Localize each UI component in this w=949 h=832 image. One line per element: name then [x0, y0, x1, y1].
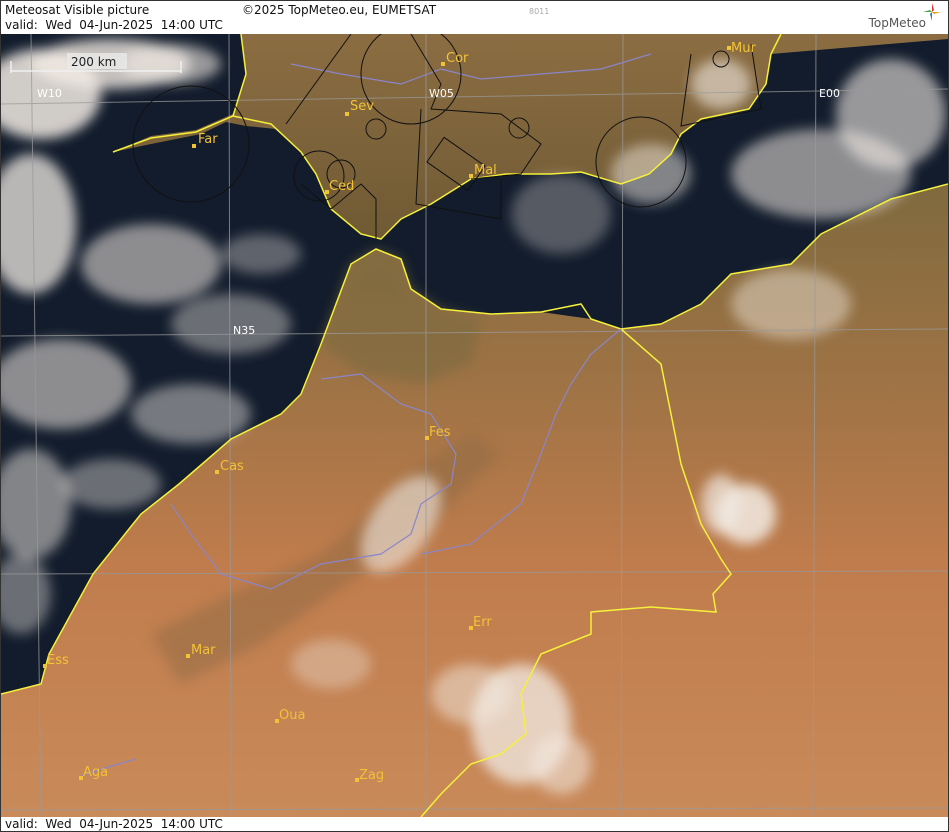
logo-text: TopMeteo [868, 16, 926, 30]
image-code: 8011 [529, 7, 550, 16]
city-marker-sev [345, 112, 349, 116]
grid-label-n35: N35 [233, 324, 255, 337]
copyright: ©2025 TopMeteo.eu, EUMETSAT [242, 3, 437, 17]
grid-label-e00: E00 [819, 87, 840, 100]
city-label-aga: Aga [83, 765, 108, 780]
city-label-cor: Cor [446, 51, 469, 66]
city-marker-cor [441, 62, 445, 66]
city-label-mur: Mur [731, 41, 756, 56]
city-marker-cas [215, 470, 219, 474]
valid-time-bottom: valid: Wed 04-Jun-2025 14:00 UTC [5, 817, 223, 831]
header: Meteosat Visible picture valid: Wed 04-J… [1, 1, 948, 34]
city-label-ess: Ess [47, 653, 69, 668]
city-label-ced: Ced [329, 179, 354, 194]
city-marker-far [192, 144, 196, 148]
grid-label-w05: W05 [429, 87, 454, 100]
city-label-cas: Cas [220, 459, 244, 474]
city-label-mal: Mal [474, 163, 497, 178]
satellite-map[interactable]: 200 km W10 W05 E00 N35 Cor Sev Mur Far C… [1, 34, 948, 817]
city-label-far: Far [198, 132, 218, 147]
footer: valid: Wed 04-Jun-2025 14:00 UTC [1, 817, 948, 831]
grid-label-w10: W10 [37, 87, 62, 100]
city-label-sev: Sev [350, 99, 374, 114]
city-marker-mal [469, 174, 473, 178]
city-label-oua: Oua [279, 708, 305, 723]
city-marker-mar [186, 654, 190, 658]
map-title: Meteosat Visible picture [5, 3, 150, 17]
valid-time-top: valid: Wed 04-Jun-2025 14:00 UTC [5, 18, 223, 32]
city-label-fes: Fes [429, 425, 451, 440]
city-label-err: Err [473, 615, 492, 630]
map-frame: Meteosat Visible picture valid: Wed 04-J… [0, 0, 949, 832]
scale-bar-label: 200 km [71, 55, 116, 69]
city-label-zag: Zag [359, 768, 384, 783]
city-label-mar: Mar [191, 643, 216, 658]
